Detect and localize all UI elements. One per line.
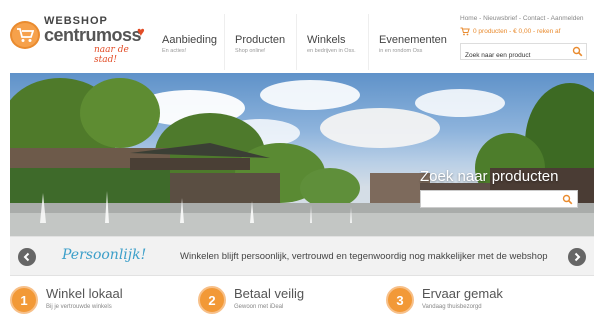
cart-summary[interactable]: 0 producten - € 0,00 - reken af: [460, 27, 560, 36]
hero-search: [420, 190, 578, 211]
nav-title: Winkels: [307, 34, 346, 46]
next-arrow-button[interactable]: [568, 248, 586, 266]
main-nav: Aanbieding En acties! Producten Shop onl…: [152, 14, 447, 70]
strip-text: Winkelen blijft persoonlijk, vertrouwd e…: [180, 251, 548, 262]
nav-subtitle: Shop online!: [235, 48, 266, 54]
feature-title: Ervaar gemak: [422, 286, 503, 301]
step-number-icon: 3: [386, 286, 414, 314]
hero-search-input[interactable]: [421, 194, 561, 211]
nav-subtitle: en bedrijven in Oss.: [307, 48, 356, 54]
promo-strip: Persoonlijk! Winkelen blijft persoonlijk…: [10, 236, 594, 276]
nav-item-evenementen[interactable]: Evenementen in en rondom Oss: [368, 14, 447, 70]
feature-subtitle: Bij je vertrouwde winkels: [46, 304, 112, 310]
top-links[interactable]: Home - Nieuwsbrief - Contact - Aanmelden: [460, 15, 584, 22]
logo-line2: centrumoss: [44, 25, 142, 45]
hero-photo: [10, 78, 594, 236]
prev-arrow-button[interactable]: [18, 248, 36, 266]
arrow-right-icon: [574, 252, 581, 262]
header-search: [460, 43, 587, 63]
strip-script-text: Persoonlijk!: [62, 247, 147, 263]
nav-item-aanbieding[interactable]: Aanbieding En acties!: [152, 14, 224, 70]
search-icon[interactable]: [572, 46, 583, 57]
step-number-icon: 1: [10, 286, 38, 314]
logo-tagline: naar de stad!: [94, 45, 129, 65]
hero-search-title: Zoek naar producten: [420, 168, 559, 185]
features-row: 1 Winkel lokaal Bij je vertrouwde winkel…: [0, 280, 598, 320]
nav-title: Aanbieding: [162, 34, 218, 46]
arrow-left-icon: [23, 252, 30, 262]
site-header: WEBSHOP centrumoss ♥ naar de stad! Aanbi…: [0, 0, 598, 72]
feature-title: Winkel lokaal: [46, 286, 123, 301]
search-icon[interactable]: [562, 194, 573, 205]
nav-subtitle: En acties!: [162, 48, 187, 54]
hero-banner: Zoek naar producten: [10, 73, 594, 236]
feature-title: Betaal veilig: [234, 286, 305, 301]
nav-title: Producten: [235, 34, 286, 46]
cart-summary-text: 0 producten - € 0,00 - reken af: [473, 28, 561, 35]
step-number-icon: 2: [198, 286, 226, 314]
logo-cart-icon: [10, 21, 40, 49]
feature-subtitle: Gewoon met iDeal: [234, 304, 284, 310]
header-search-input[interactable]: [461, 48, 571, 63]
cart-icon: [460, 27, 470, 36]
nav-item-winkels[interactable]: Winkels en bedrijven in Oss.: [296, 14, 368, 70]
heart-icon: ♥: [137, 24, 145, 39]
site-logo[interactable]: WEBSHOP centrumoss ♥ naar de stad!: [10, 14, 150, 65]
nav-subtitle: in en rondom Oss: [379, 48, 423, 54]
feature-subtitle: Vandaag thuisbezorgd: [422, 304, 482, 310]
nav-title: Evenementen: [379, 34, 447, 46]
nav-item-producten[interactable]: Producten Shop online!: [224, 14, 296, 70]
